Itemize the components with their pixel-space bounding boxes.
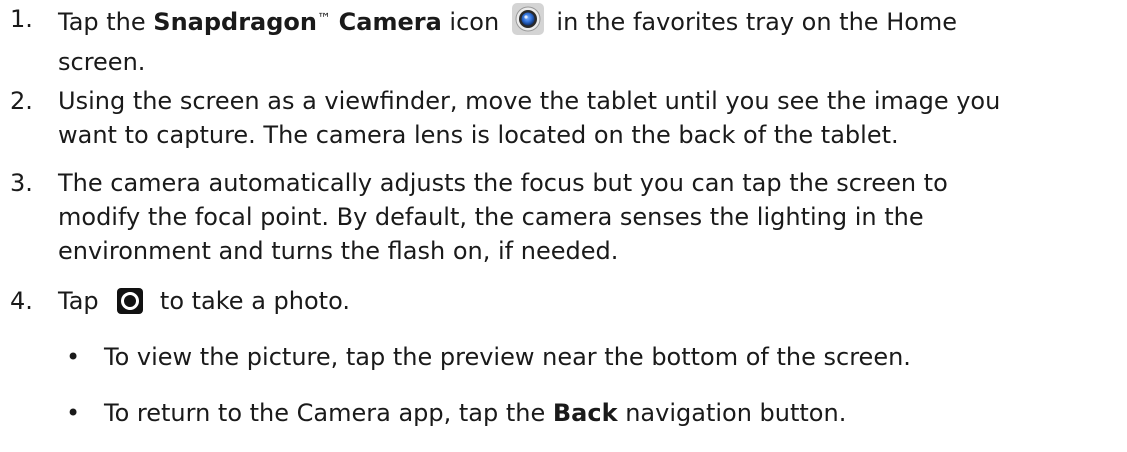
step-text-segment: Tap: [58, 287, 99, 315]
bullet-text: To view the picture, tap the preview nea…: [104, 343, 911, 371]
back-button-label: Back: [552, 399, 618, 427]
camera-app-icon: [511, 2, 545, 45]
step-number: 1.: [10, 5, 33, 33]
step-text-line: Using the screen as a viewfinder, move t…: [58, 87, 1001, 115]
step-text: The camera automatically adjusts the foc…: [58, 166, 1120, 268]
step-number: 3.: [10, 169, 33, 197]
step-text-line: want to capture. The camera lens is loca…: [58, 121, 899, 149]
step-text-line: modify the focal point. By default, the …: [58, 203, 924, 231]
app-name-bold: Snapdragon: [153, 8, 317, 36]
app-name-bold: Camera: [338, 8, 442, 36]
step-text-segment: Tap the: [58, 8, 154, 36]
step-text-segment: to take a photo.: [152, 287, 350, 315]
step-number: 4.: [10, 287, 33, 315]
shutter-button-icon: [116, 287, 144, 324]
step-text: Using the screen as a viewfinder, move t…: [58, 84, 1120, 152]
step-text-segment: in the favorites tray on the Home: [548, 8, 958, 36]
bullet-marker: •: [66, 399, 81, 427]
step-text-line: The camera automatically adjusts the foc…: [58, 169, 948, 197]
trademark-symbol: ™: [317, 11, 331, 27]
step-number: 2.: [10, 87, 33, 115]
step-text: Tap the Snapdragon™ Camera icon in the f…: [58, 2, 1120, 79]
step-text: Tap to take a photo.: [58, 284, 1120, 324]
step-text-line: environment and turns the flash on, if n…: [58, 237, 619, 265]
step-text-segment: icon: [441, 8, 500, 36]
bullet-marker: •: [66, 343, 81, 371]
bullet-text-segment: To return to the Camera app, tap the: [104, 399, 553, 427]
step-text-line: screen.: [58, 48, 146, 76]
bullet-text-segment: navigation button.: [617, 399, 847, 427]
bullet-text: To return to the Camera app, tap the Bac…: [104, 396, 846, 430]
